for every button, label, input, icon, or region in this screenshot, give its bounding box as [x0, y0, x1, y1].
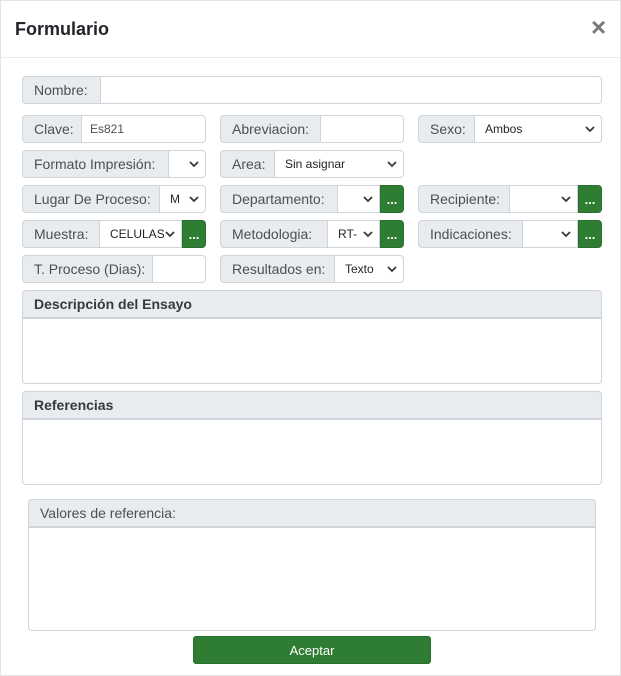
abreviacion-label: Abreviacion:: [220, 115, 321, 143]
referencias-textarea[interactable]: [22, 419, 602, 485]
metodologia-value: RT-: [338, 227, 358, 241]
formato-impresion-label: Formato Impresión:: [22, 150, 169, 178]
chevron-down-icon: [165, 231, 175, 238]
t-proceso-label: T. Proceso (Dias):: [22, 255, 153, 283]
lugar-de-proceso-value: M: [170, 192, 180, 206]
lugar-de-proceso-label: Lugar De Proceso:: [22, 185, 160, 213]
nombre-label: Nombre:: [22, 76, 101, 104]
sexo-select[interactable]: Ambos: [475, 115, 602, 143]
chevron-down-icon: [561, 196, 571, 203]
abreviacion-input[interactable]: [321, 115, 404, 143]
chevron-down-icon: [363, 231, 373, 238]
indicaciones-label: Indicaciones:: [418, 220, 523, 248]
resultados-en-label: Resultados en:: [220, 255, 335, 283]
chevron-down-icon: [387, 266, 397, 273]
clave-label: Clave:: [22, 115, 82, 143]
resultados-en-select[interactable]: Texto: [335, 255, 404, 283]
valores-referencia-header: Valores de referencia:: [28, 499, 596, 527]
clave-input[interactable]: Es821: [82, 115, 206, 143]
descripcion-header: Descripción del Ensayo: [22, 290, 602, 318]
muestra-add-button[interactable]: ...: [182, 220, 206, 248]
chevron-down-icon: [189, 161, 199, 168]
chevron-down-icon: [387, 161, 397, 168]
recipiente-select[interactable]: [510, 185, 578, 213]
form-dialog: Formulario × Nombre: Clave: Es821 Abrevi…: [0, 0, 621, 676]
chevron-down-icon: [363, 196, 373, 203]
area-value: Sin asignar: [285, 157, 346, 171]
metodologia-label: Metodologia:: [220, 220, 328, 248]
descripcion-textarea[interactable]: [22, 318, 602, 384]
nombre-input[interactable]: [101, 76, 602, 104]
departamento-select[interactable]: [338, 185, 380, 213]
muestra-select[interactable]: CELULAS: [100, 220, 182, 248]
valores-referencia-textarea[interactable]: [28, 527, 596, 631]
departamento-label: Departamento:: [220, 185, 338, 213]
metodologia-add-button[interactable]: ...: [380, 220, 404, 248]
t-proceso-input[interactable]: [153, 255, 206, 283]
metodologia-select[interactable]: RT-: [328, 220, 380, 248]
accept-button[interactable]: Aceptar: [193, 636, 431, 664]
area-label: Area:: [220, 150, 275, 178]
muestra-value: CELULAS: [110, 227, 165, 241]
dialog-header: Formulario ×: [1, 1, 620, 58]
chevron-down-icon: [189, 196, 199, 203]
recipiente-add-button[interactable]: ...: [578, 185, 602, 213]
chevron-down-icon: [561, 231, 571, 238]
chevron-down-icon: [585, 126, 595, 133]
sexo-label: Sexo:: [418, 115, 475, 143]
muestra-label: Muestra:: [22, 220, 100, 248]
indicaciones-add-button[interactable]: ...: [578, 220, 602, 248]
indicaciones-select[interactable]: [523, 220, 578, 248]
dialog-title: Formulario: [15, 19, 110, 39]
resultados-en-value: Texto: [345, 262, 374, 276]
referencias-header: Referencias: [22, 391, 602, 419]
lugar-de-proceso-select[interactable]: M: [160, 185, 206, 213]
departamento-add-button[interactable]: ...: [380, 185, 404, 213]
recipiente-label: Recipiente:: [418, 185, 510, 213]
close-icon[interactable]: ×: [591, 14, 606, 40]
sexo-value: Ambos: [485, 122, 523, 136]
area-select[interactable]: Sin asignar: [275, 150, 404, 178]
formato-impresion-select[interactable]: [169, 150, 206, 178]
